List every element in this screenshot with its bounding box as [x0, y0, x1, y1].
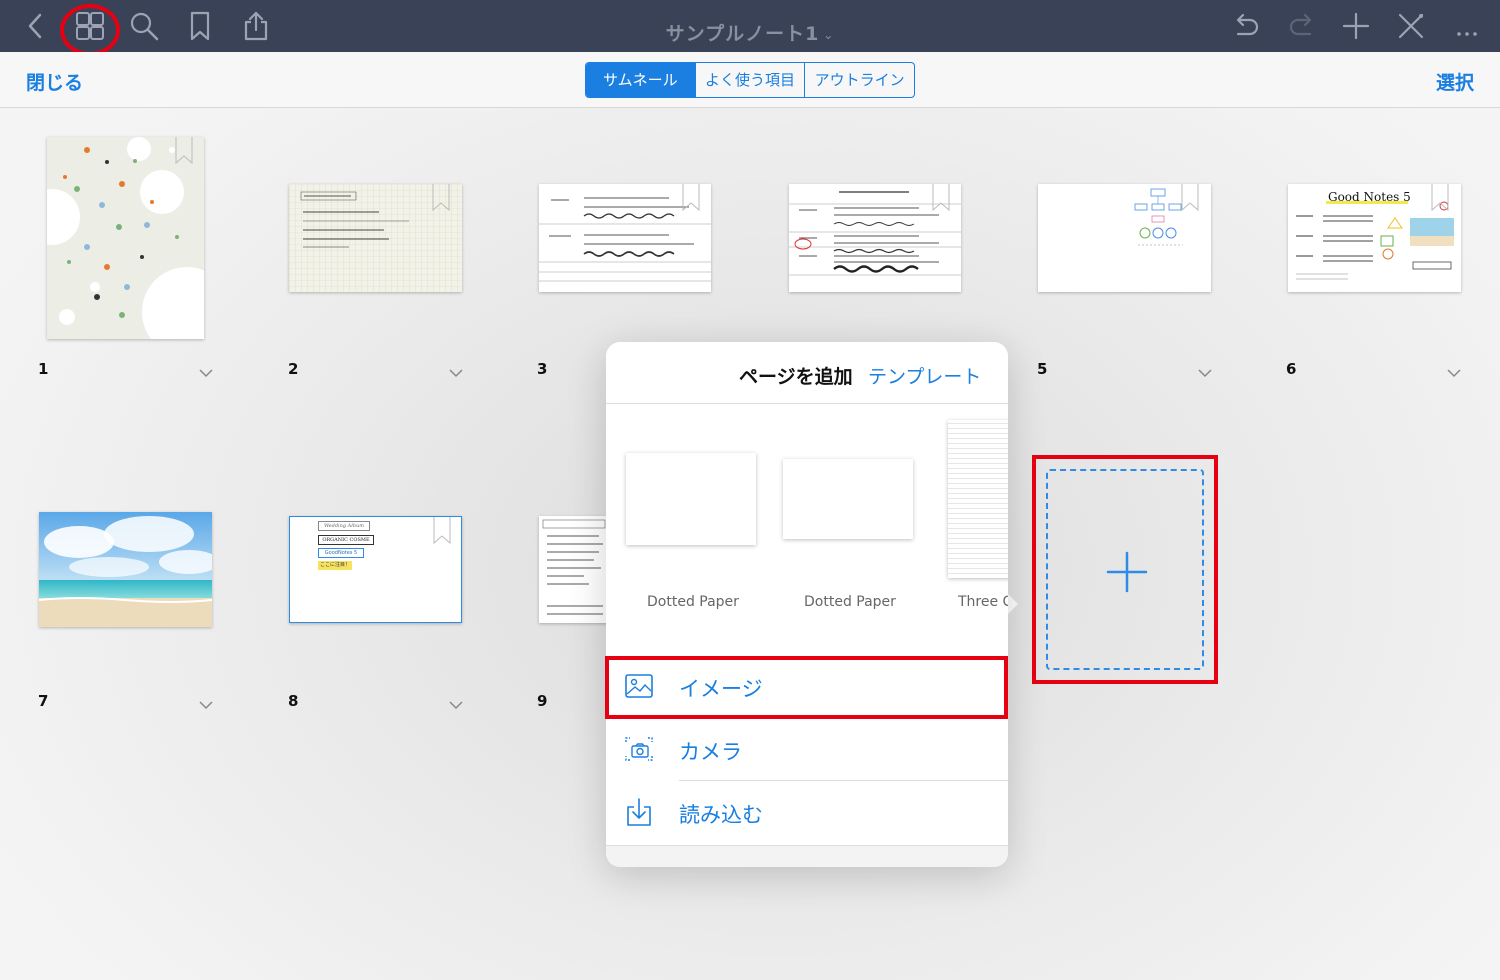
page-options-chevron-icon[interactable]: [1198, 363, 1212, 378]
page-thumbnail-8[interactable]: Wedding Album ORGANIC COSME GoodNotes 5 …: [289, 516, 462, 623]
add-page-popover: ページを追加 テンプレート Dotted Paper Dotted Paper …: [606, 342, 1008, 867]
page-number: 3: [537, 360, 548, 378]
top-toolbar: サンプルノート1 ⌄: [0, 0, 1500, 52]
grid-icon-highlight: [60, 4, 120, 56]
redo-icon[interactable]: [1286, 10, 1318, 42]
bookmark-tab-icon[interactable]: [432, 184, 450, 212]
thumbnail-heading: Good Notes 5: [1328, 190, 1411, 204]
chevron-down-icon: ⌄: [823, 27, 835, 42]
view-segmented-control: サムネール よく使う項目 アウトライン: [585, 62, 915, 98]
tab-outline[interactable]: アウトライン: [805, 63, 914, 97]
template-dotted-paper-2[interactable]: [783, 459, 913, 539]
close-icon[interactable]: [1395, 10, 1427, 42]
bookmark-tab-icon[interactable]: [433, 517, 451, 545]
label-wedding-album: Wedding Album: [318, 521, 370, 531]
bookmark-tab-icon[interactable]: [1181, 184, 1199, 212]
add-icon[interactable]: [1340, 10, 1372, 42]
page-thumbnail-2[interactable]: [289, 184, 462, 292]
beach-photo: [39, 512, 212, 627]
template-dotted-paper-1[interactable]: [626, 453, 756, 545]
page-thumbnail-1[interactable]: [47, 137, 204, 339]
document-title-text: サンプルノート1: [665, 23, 820, 45]
menu-item-camera[interactable]: カメラ: [606, 718, 1008, 781]
template-label: Dotted Paper: [647, 594, 739, 610]
new-page-placeholder[interactable]: [1046, 469, 1204, 670]
template-label: Three C: [958, 594, 1008, 610]
bookmark-tab-icon[interactable]: [175, 137, 193, 165]
page-thumbnail-5[interactable]: [1038, 184, 1211, 292]
page-options-chevron-icon[interactable]: [449, 363, 463, 378]
close-button[interactable]: 閉じる: [26, 68, 83, 95]
tab-thumbnails[interactable]: サムネール: [586, 63, 696, 97]
tab-favorites[interactable]: よく使う項目: [696, 63, 806, 97]
page-thumbnail-7[interactable]: [39, 512, 212, 627]
menu-item-label: 読み込む: [679, 803, 763, 827]
template-label: Dotted Paper: [804, 594, 896, 610]
page-number: 1: [38, 360, 49, 378]
menu-item-import[interactable]: 読み込む: [606, 781, 1008, 844]
bookmark-tab-icon[interactable]: [682, 184, 700, 212]
more-icon[interactable]: [1451, 10, 1483, 42]
popover-header: ページを追加 テンプレート: [606, 342, 1008, 404]
page-number: 7: [38, 692, 49, 710]
menu-item-label: カメラ: [679, 740, 742, 764]
polka-dot-pattern: [47, 137, 204, 339]
page-options-chevron-icon[interactable]: [1447, 363, 1461, 378]
undo-icon[interactable]: [1230, 10, 1262, 42]
label-organic-cosme: ORGANIC COSME: [318, 535, 374, 545]
template-three-column[interactable]: [948, 420, 1008, 578]
page-number: 6: [1286, 360, 1297, 378]
page-number: 2: [288, 360, 299, 378]
camera-icon: [624, 734, 654, 764]
page-options-chevron-icon[interactable]: [199, 695, 213, 710]
plus-icon: [1106, 551, 1148, 593]
page-options-chevron-icon[interactable]: [449, 695, 463, 710]
page-options-chevron-icon[interactable]: [199, 363, 213, 378]
select-button[interactable]: 選択: [1436, 68, 1474, 95]
page-number: 5: [1037, 360, 1048, 378]
import-icon: [624, 797, 654, 827]
page-thumbnail-4[interactable]: [789, 184, 961, 292]
popover-title: ページを追加: [739, 366, 853, 388]
image-item-highlight: [605, 656, 1008, 719]
thumbnail-header: 閉じる サムネール よく使う項目 アウトライン 選択: [0, 52, 1500, 108]
template-link[interactable]: テンプレート: [868, 362, 981, 389]
label-highlight: ここに注目！: [318, 561, 352, 570]
page-thumbnail-3[interactable]: [539, 184, 711, 292]
label-goodnotes: GoodNotes 5: [318, 548, 364, 558]
page-number: 9: [537, 692, 548, 710]
bookmark-tab-icon[interactable]: [1431, 184, 1449, 212]
document-title[interactable]: サンプルノート1 ⌄: [0, 19, 1500, 46]
page-number: 8: [288, 692, 299, 710]
page-thumbnail-6[interactable]: Good Notes 5: [1288, 184, 1461, 292]
bookmark-tab-icon[interactable]: [932, 184, 950, 212]
popover-footer: [606, 845, 1008, 867]
